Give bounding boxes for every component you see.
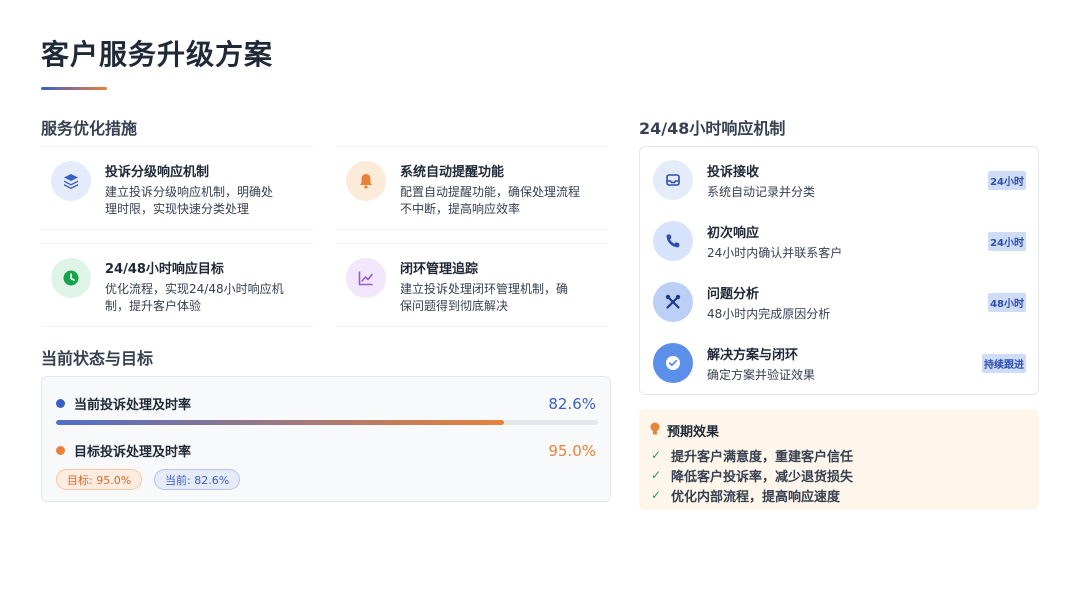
- timeline-step-first-response: 初次响应 24小时内确认并联系客户 24小时: [653, 219, 1026, 263]
- timeline-step-solution: 解决方案与闭环 确定方案并验证效果 持续跟进: [653, 341, 1026, 385]
- target-rate-label: 目标投诉处理及时率: [74, 445, 192, 460]
- status-panel: 当前投诉处理及时率 82.6% 目标投诉处理及时率 95.0% 目标: 95.0…: [41, 376, 611, 502]
- timeline-title: 解决方案与闭环: [707, 347, 799, 363]
- measure-card-reminder: 系统自动提醒功能 配置自动提醒功能，确保处理流程 不中断，提高响应效率: [336, 146, 608, 230]
- current-chip: 当前: 82.6%: [154, 469, 241, 490]
- layers-icon: [51, 161, 91, 201]
- title-underline: [41, 87, 107, 90]
- effect-item: ✓ 优化内部流程，提高响应速度: [649, 485, 1029, 505]
- current-rate-row: 当前投诉处理及时率 82.6%: [56, 394, 596, 413]
- target-rate-value: 95.0%: [548, 441, 596, 460]
- measure-title: 24/48小时响应目标: [105, 262, 224, 277]
- time-badge: 持续跟进: [982, 353, 1026, 373]
- check-icon: ✓: [651, 488, 662, 502]
- timeline-desc: 48小时内完成原因分析: [707, 306, 831, 321]
- rate-progress-track: [56, 420, 598, 425]
- measure-title: 系统自动提醒功能: [400, 165, 505, 180]
- measure-title: 闭环管理追踪: [400, 262, 479, 277]
- measure-desc-line2: 不中断，提高响应效率: [400, 202, 521, 216]
- effect-text: 降低客户投诉率，减少退货损失: [671, 469, 854, 485]
- timeline-desc: 24小时内确认并联系客户: [707, 245, 843, 260]
- response-timeline: 投诉接收 系统自动记录并分类 24小时 初次响应 24小时内确认并联系客户 24…: [639, 146, 1039, 395]
- measure-desc-line2: 制，提升客户体验: [105, 299, 202, 313]
- effects-title: 预期效果: [667, 425, 720, 440]
- measure-desc-line2: 保问题得到彻底解决: [400, 299, 509, 313]
- target-rate-row: 目标投诉处理及时率 95.0%: [56, 441, 596, 460]
- measure-desc-line2: 理时限，实现快速分类处理: [105, 202, 250, 216]
- time-badge: 48小时: [988, 292, 1026, 312]
- response-section-title: 24/48小时响应机制: [639, 119, 786, 138]
- time-badge: 24小时: [988, 231, 1026, 251]
- measure-desc-line1: 建立投诉分级响应机制，明确处: [105, 185, 274, 199]
- page-title: 客户服务升级方案: [41, 38, 274, 71]
- trend-chart-icon: [346, 258, 386, 298]
- current-rate-label: 当前投诉处理及时率: [74, 398, 192, 413]
- check-icon: ✓: [651, 468, 662, 482]
- phone-icon: [653, 221, 693, 261]
- time-badge: 24小时: [988, 170, 1026, 190]
- measure-desc-line1: 配置自动提醒功能，确保处理流程: [400, 185, 581, 199]
- lightbulb-icon: [649, 421, 661, 440]
- measures-section-title: 服务优化措施: [41, 119, 138, 138]
- measure-title: 投诉分级响应机制: [105, 165, 210, 180]
- timeline-step-receive: 投诉接收 系统自动记录并分类 24小时: [653, 158, 1026, 202]
- target-dot: [56, 446, 65, 455]
- clock-icon: [51, 258, 91, 298]
- timeline-title: 初次响应: [707, 225, 760, 241]
- tools-icon: [653, 282, 693, 322]
- timeline-title: 问题分析: [707, 286, 760, 302]
- timeline-title: 投诉接收: [707, 164, 760, 180]
- target-chip: 目标: 95.0%: [56, 469, 143, 490]
- measure-desc-line1: 建立投诉处理闭环管理机制，确: [400, 282, 569, 296]
- expected-effects-panel: 预期效果 ✓ 提升客户满意度，重建客户信任 ✓ 降低客户投诉率，减少退货损失 ✓…: [639, 409, 1039, 510]
- status-section-title: 当前状态与目标: [41, 349, 154, 368]
- measure-card-closed-loop: 闭环管理追踪 建立投诉处理闭环管理机制，确 保问题得到彻底解决: [336, 243, 608, 327]
- rate-progress-fill: [56, 420, 504, 425]
- measure-card-grading: 投诉分级响应机制 建立投诉分级响应机制，明确处 理时限，实现快速分类处理: [41, 146, 313, 230]
- inbox-icon: [653, 160, 693, 200]
- timeline-desc: 确定方案并验证效果: [707, 367, 816, 382]
- measure-desc-line1: 优化流程，实现24/48小时响应机: [105, 282, 284, 296]
- current-dot: [56, 399, 65, 408]
- effect-text: 优化内部流程，提高响应速度: [671, 489, 841, 505]
- measure-card-response-target: 24/48小时响应目标 优化流程，实现24/48小时响应机 制，提升客户体验: [41, 243, 313, 327]
- effect-item: ✓ 降低客户投诉率，减少退货损失: [649, 465, 1029, 485]
- timeline-step-analysis: 问题分析 48小时内完成原因分析 48小时: [653, 280, 1026, 324]
- check-icon: ✓: [651, 448, 662, 462]
- current-rate-value: 82.6%: [548, 394, 596, 413]
- check-circle-icon: [653, 343, 693, 383]
- bell-icon: [346, 161, 386, 201]
- timeline-desc: 系统自动记录并分类: [707, 184, 816, 199]
- effect-text: 提升客户满意度，重建客户信任: [671, 449, 854, 465]
- effect-item: ✓ 提升客户满意度，重建客户信任: [649, 445, 1029, 465]
